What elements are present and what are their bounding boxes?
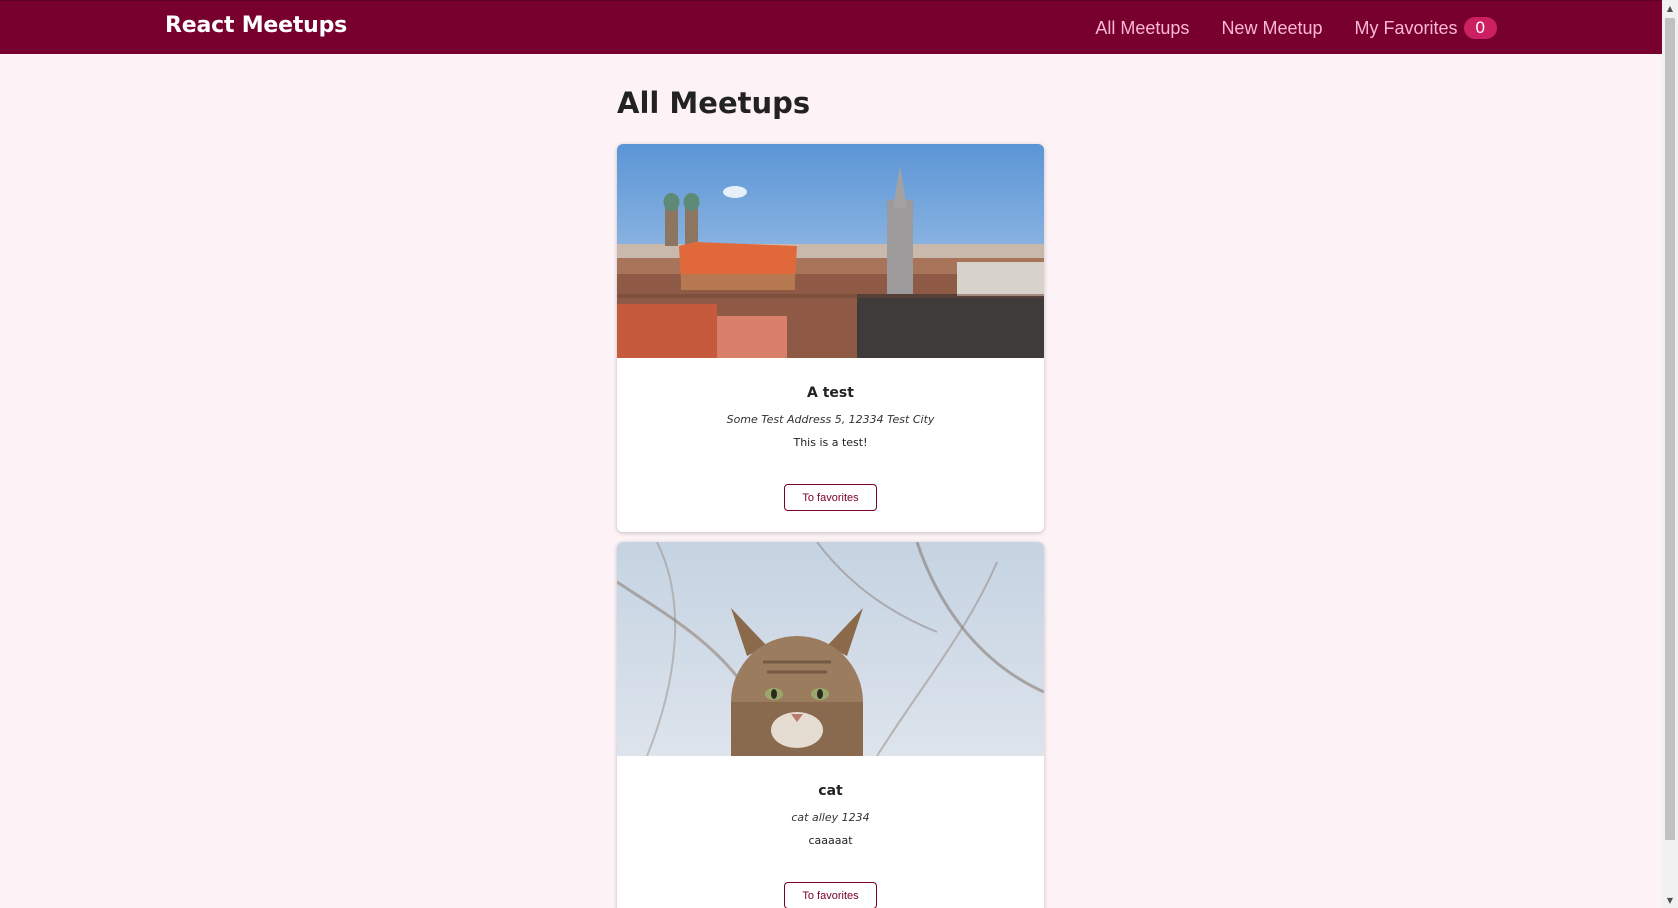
meetup-description: This is a test!: [793, 436, 868, 449]
scrollbar-thumb[interactable]: [1665, 18, 1675, 840]
nav-my-favorites[interactable]: My Favorites 0: [1354, 17, 1497, 39]
app-header: React Meetups All Meetups New Meetup My …: [0, 0, 1662, 54]
nav-all-meetups[interactable]: All Meetups: [1095, 18, 1189, 39]
to-favorites-button[interactable]: To favorites: [784, 882, 877, 908]
vertical-scrollbar[interactable]: ▲ ▼: [1662, 0, 1678, 908]
meetup-title: A test: [807, 385, 854, 401]
meetup-image-cat: [617, 542, 1044, 756]
meetup-address: cat alley 1234: [791, 811, 870, 824]
app-logo: React Meetups: [165, 13, 348, 38]
nav-my-favorites-label: My Favorites: [1354, 17, 1458, 38]
triangle-down-icon[interactable]: ▼: [1662, 892, 1678, 908]
meetup-address: Some Test Address 5, 12334 Test City: [726, 413, 935, 426]
meetup-image-munich: [617, 144, 1044, 358]
meetup-title: cat: [818, 783, 843, 799]
meetup-card: A test Some Test Address 5, 12334 Test C…: [617, 144, 1044, 532]
favorites-count-badge: 0: [1463, 17, 1497, 39]
main-nav: All Meetups New Meetup My Favorites 0: [1095, 17, 1497, 39]
page-title: All Meetups: [617, 86, 811, 120]
meetup-card: cat cat alley 1234 caaaaat To favorites: [617, 542, 1044, 908]
triangle-up-icon[interactable]: ▲: [1662, 0, 1678, 16]
meetup-description: caaaaat: [808, 834, 853, 847]
to-favorites-button[interactable]: To favorites: [784, 484, 877, 511]
nav-new-meetup[interactable]: New Meetup: [1221, 18, 1322, 39]
